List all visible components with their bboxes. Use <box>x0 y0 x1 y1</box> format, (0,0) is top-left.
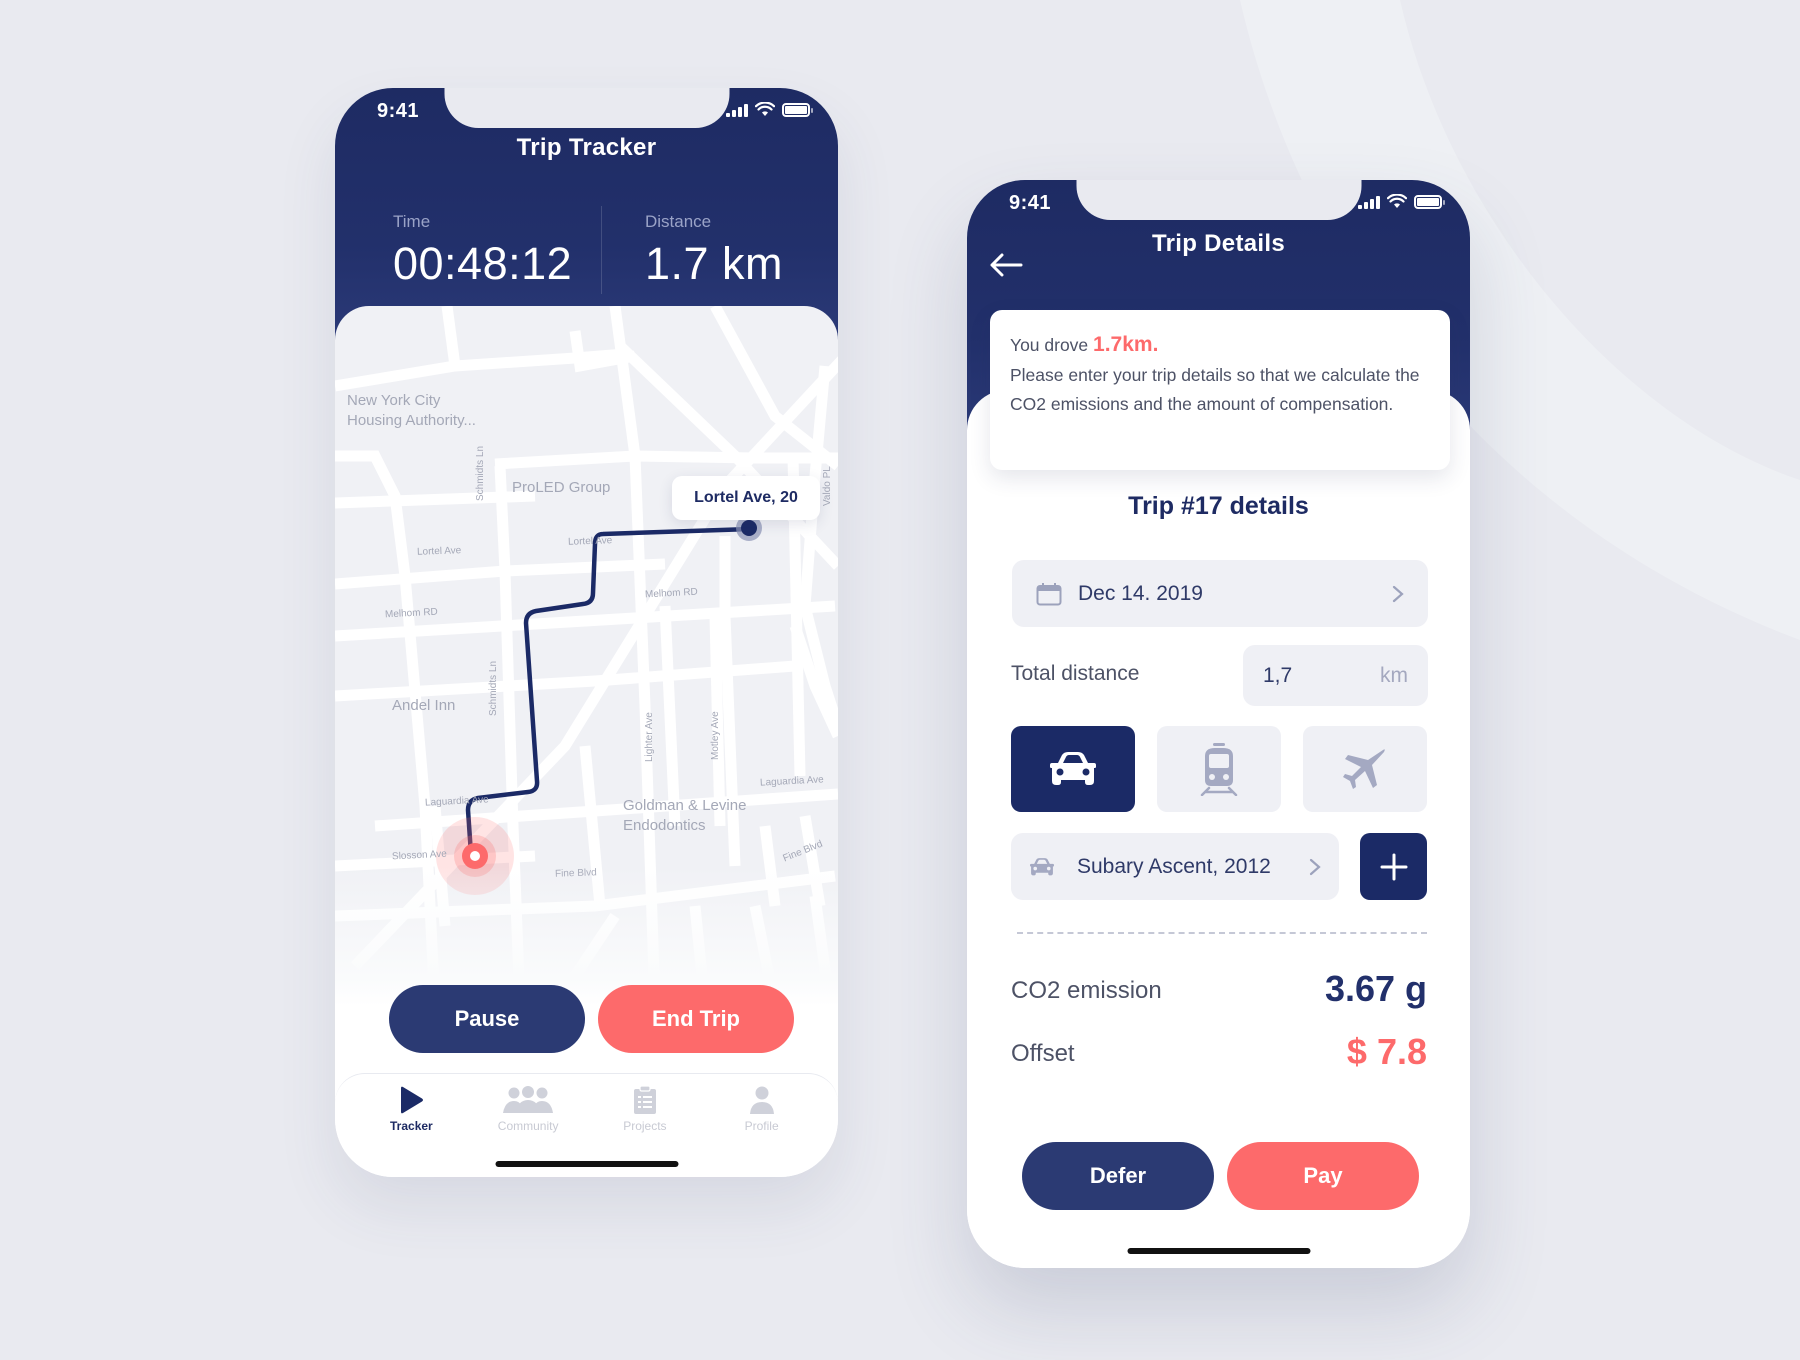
end-trip-button[interactable]: End Trip <box>598 985 794 1053</box>
offset-value: $ 7.8 <box>1346 1031 1427 1072</box>
destination-callout[interactable]: Lortel Ave, 20 <box>672 476 820 520</box>
distance-value: 1,7 <box>1263 663 1293 687</box>
chevron-right-icon <box>1309 858 1321 875</box>
vehicle-selector[interactable]: Subary Ascent, 2012 <box>1011 833 1339 900</box>
offset-label: Offset <box>1011 1040 1075 1067</box>
defer-button[interactable]: Defer <box>1022 1142 1214 1210</box>
info-message: Please enter your trip details so that w… <box>1010 364 1420 415</box>
stat-divider <box>601 206 602 294</box>
home-indicator <box>1127 1248 1310 1254</box>
background-decoration <box>1240 0 1800 640</box>
details-body <box>967 390 1470 1268</box>
tab-label: Tracker <box>390 1119 433 1133</box>
distance-stat: Distance 1.7 km <box>645 212 783 290</box>
wifi-icon <box>755 102 775 116</box>
tab-label: Community <box>497 1119 559 1133</box>
status-time: 9:41 <box>377 100 420 122</box>
distance-unit: km <box>1380 663 1408 687</box>
place-label: New York City Housing Authority... <box>347 392 476 429</box>
clipboard-icon <box>633 1086 656 1114</box>
status-time: 9:41 <box>1009 192 1052 214</box>
community-icon <box>503 1086 554 1113</box>
home-indicator <box>495 1161 678 1167</box>
current-location-dot <box>470 851 480 861</box>
time-value: 00:48:12 <box>393 238 573 289</box>
distance-input[interactable]: 1,7 km <box>1243 645 1428 706</box>
mode-car-button[interactable] <box>1011 726 1135 812</box>
destination-marker[interactable] <box>741 520 757 536</box>
mode-train-button[interactable] <box>1157 726 1281 812</box>
divider <box>1017 932 1427 934</box>
pay-button[interactable]: Pay <box>1227 1142 1419 1210</box>
wifi-icon <box>1387 194 1407 208</box>
page-title: Trip Details <box>1152 230 1285 257</box>
co2-value: 3.67 g <box>1324 968 1427 1009</box>
signal-icon <box>726 103 748 117</box>
add-vehicle-button[interactable] <box>1360 833 1427 900</box>
date-value: Dec 14. 2019 <box>1078 581 1203 605</box>
street-label: Schmidts Ln <box>488 660 499 716</box>
tab-tracker[interactable]: Tracker <box>356 1074 466 1177</box>
tab-profile[interactable]: Profile <box>707 1074 817 1177</box>
distance-label: Distance <box>645 212 712 231</box>
plane-icon <box>1343 749 1385 789</box>
plus-icon <box>1380 853 1407 880</box>
tab-label: Projects <box>623 1119 667 1133</box>
place-label: Andel Inn <box>392 697 456 714</box>
date-field[interactable]: Dec 14. 2019 <box>1012 560 1428 627</box>
calendar-icon <box>1036 582 1062 605</box>
place-label: Goldman & Levine Endodontics <box>623 797 747 834</box>
train-icon <box>1200 743 1238 796</box>
signal-icon <box>1358 195 1380 209</box>
page-title: Trip Tracker <box>516 134 657 161</box>
tab-label: Profile <box>744 1119 779 1133</box>
time-stat: Time 00:48:12 <box>393 212 572 290</box>
vehicle-value: Subary Ascent, 2012 <box>1077 854 1271 878</box>
street-label: Valdo PL <box>822 466 833 506</box>
play-icon <box>401 1086 424 1114</box>
chevron-right-icon <box>1392 585 1404 602</box>
distance-value: 1.7 km <box>645 238 784 289</box>
car-icon <box>1030 857 1054 875</box>
battery-icon <box>782 102 813 117</box>
notch <box>444 88 729 128</box>
section-title: Trip #17 details <box>1128 492 1309 520</box>
notch <box>1076 180 1361 220</box>
street-label: Lortel Ave <box>567 535 613 548</box>
co2-label: CO2 emission <box>1011 977 1162 1004</box>
info-card: You drove 1.7km. Please enter your trip … <box>990 310 1450 470</box>
street-label: Lighter Ave <box>644 712 655 762</box>
trip-tracker-phone: 9:41 Trip Tracker Time 00:48:12 Distance… <box>335 88 838 1177</box>
trip-details-phone: 9:41 Trip Details You drove 1.7km. Pleas… <box>967 180 1470 1268</box>
battery-icon <box>1414 194 1445 209</box>
mode-plane-button[interactable] <box>1303 726 1427 812</box>
time-label: Time <box>393 212 431 231</box>
street-label: Lortel Ave <box>416 545 462 558</box>
info-prefix: You drove <box>1010 335 1094 355</box>
route-map[interactable]: New York City Housing Authority... ProLE… <box>335 306 838 1006</box>
status-icons <box>1358 194 1445 209</box>
pause-button[interactable]: Pause <box>389 985 585 1053</box>
street-label: Motley Ave <box>710 711 721 760</box>
place-label: ProLED Group <box>512 479 611 496</box>
status-icons <box>726 102 813 117</box>
car-icon <box>1050 752 1096 785</box>
street-label: Schmidts Ln <box>475 445 486 501</box>
driven-distance: 1.7km. <box>1093 333 1159 356</box>
distance-label: Total distance <box>1011 662 1140 685</box>
profile-icon <box>749 1086 774 1114</box>
